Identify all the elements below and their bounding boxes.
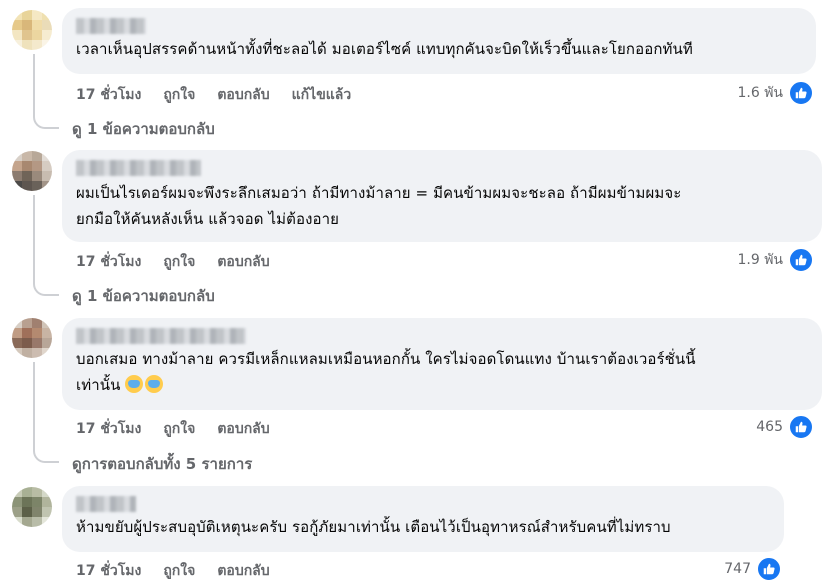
avatar[interactable] <box>12 10 52 50</box>
view-replies-link[interactable]: ดูการตอบกลับทั้ง 5 รายการ <box>72 452 252 476</box>
cold-sweat-emoji <box>145 375 164 393</box>
commenter-name-blurred[interactable] <box>76 160 201 176</box>
comment-bubble: บอกเสมอ ทางม้าลาย ควรมีเหล็กแหลมเหมือนหอ… <box>62 318 822 410</box>
thread-line <box>33 362 59 463</box>
comment-text: ห้ามขยับผู้ประสบอุบัติเหตุนะครับ รอกู้ภั… <box>76 518 671 536</box>
view-replies-link[interactable]: ดู 1 ข้อความตอบกลับ <box>72 117 215 141</box>
reaction-count[interactable]: 1.6 พัน <box>737 81 813 105</box>
reaction-count-text: 465 <box>756 419 783 435</box>
cold-sweat-emoji <box>125 375 144 393</box>
reaction-count-text: 1.9 พัน <box>737 252 783 268</box>
comment-timestamp[interactable]: 17 ชั่วโมง <box>76 418 141 440</box>
reply-button[interactable]: ตอบกลับ <box>217 251 269 273</box>
comment-actions: 17 ชั่วโมง ถูกใจ ตอบกลับ แก้ไขแล้ว <box>76 84 351 106</box>
reaction-count[interactable]: 747 <box>724 557 781 581</box>
like-icon <box>789 81 813 105</box>
reply-button[interactable]: ตอบกลับ <box>217 84 269 106</box>
thread-line <box>33 54 59 129</box>
like-button[interactable]: ถูกใจ <box>163 251 195 273</box>
like-icon <box>757 557 781 581</box>
reaction-count-text: 1.6 พัน <box>737 85 783 101</box>
avatar[interactable] <box>12 151 52 191</box>
like-button[interactable]: ถูกใจ <box>163 560 195 582</box>
comment-actions: 17 ชั่วโมง ถูกใจ ตอบกลับ <box>76 418 270 440</box>
commenter-name-blurred[interactable] <box>76 18 146 34</box>
view-replies-link[interactable]: ดู 1 ข้อความตอบกลับ <box>72 284 215 308</box>
reply-button[interactable]: ตอบกลับ <box>217 560 269 582</box>
comment-bubble: ผมเป็นไรเดอร์ผมจะพึงระลึกเสมอว่า ถ้ามีทา… <box>62 150 822 242</box>
comment-text: ผมเป็นไรเดอร์ผมจะพึงระลึกเสมอว่า ถ้ามีทา… <box>76 184 682 228</box>
like-button[interactable]: ถูกใจ <box>163 418 195 440</box>
commenter-name-blurred[interactable] <box>76 496 136 512</box>
thread-line <box>33 195 59 296</box>
avatar[interactable] <box>12 487 52 527</box>
edited-label[interactable]: แก้ไขแล้ว <box>292 84 352 106</box>
comment-timestamp[interactable]: 17 ชั่วโมง <box>76 84 141 106</box>
like-button[interactable]: ถูกใจ <box>163 84 195 106</box>
commenter-name-blurred[interactable] <box>76 328 246 344</box>
reply-button[interactable]: ตอบกลับ <box>217 418 269 440</box>
avatar[interactable] <box>12 318 52 358</box>
like-icon <box>789 248 813 272</box>
comment-bubble: ห้ามขยับผู้ประสบอุบัติเหตุนะครับ รอกู้ภั… <box>62 486 784 552</box>
reaction-count[interactable]: 465 <box>756 415 813 439</box>
comment-timestamp[interactable]: 17 ชั่วโมง <box>76 560 141 582</box>
like-icon <box>789 415 813 439</box>
comment-actions: 17 ชั่วโมง ถูกใจ ตอบกลับ <box>76 560 270 582</box>
reaction-count-text: 747 <box>724 561 751 577</box>
comment-actions: 17 ชั่วโมง ถูกใจ ตอบกลับ <box>76 251 270 273</box>
comment-text: บอกเสมอ ทางม้าลาย ควรมีเหล็กแหลมเหมือนหอ… <box>76 346 810 398</box>
reaction-count[interactable]: 1.9 พัน <box>737 248 813 272</box>
comment-text-body: บอกเสมอ ทางม้าลาย ควรมีเหล็กแหลมเหมือนหอ… <box>76 350 696 394</box>
comment-timestamp[interactable]: 17 ชั่วโมง <box>76 251 141 273</box>
comment-bubble: เวลาเห็นอุปสรรคด้านหน้าทั้งที่ชะลอได้ มอ… <box>62 8 816 74</box>
comment-text: เวลาเห็นอุปสรรคด้านหน้าทั้งที่ชะลอได้ มอ… <box>76 40 693 58</box>
